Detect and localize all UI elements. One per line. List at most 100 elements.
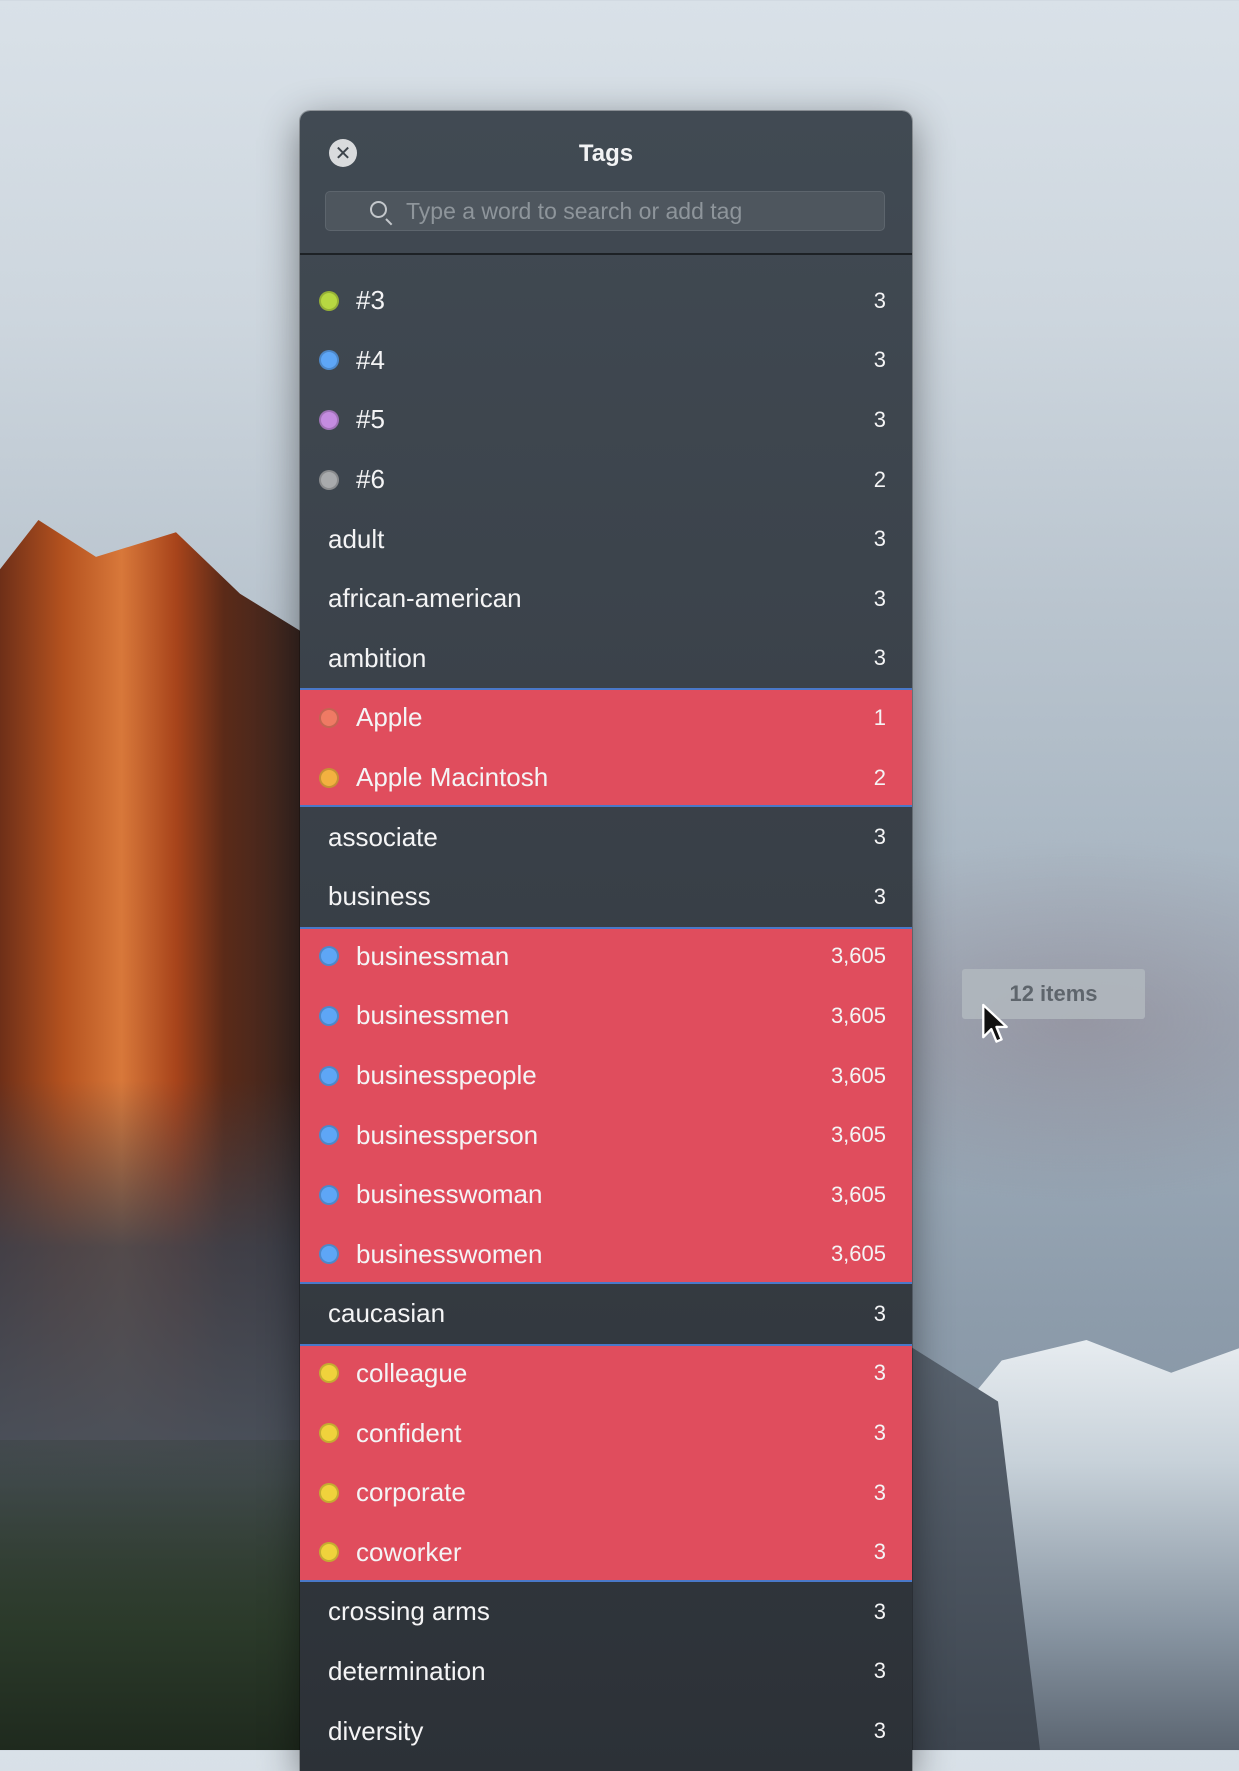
tag-name: associate <box>328 821 438 852</box>
tag-name: crossing arms <box>328 1596 490 1627</box>
tag-color-dot-icon <box>319 350 339 371</box>
tag-color-dot-icon <box>319 409 339 430</box>
tag-count: 3 <box>873 645 886 671</box>
tag-row[interactable]: african-american 3 <box>300 569 912 629</box>
tag-row[interactable]: business 3 <box>300 867 912 927</box>
arrow-cursor-icon <box>982 1003 1008 1043</box>
tag-count: 3 <box>873 526 886 552</box>
tag-row[interactable]: coworker 3 <box>300 1522 912 1583</box>
tag-list: #3 3 #4 3 #5 3 #6 2 adult 3 african-american 3 ambit… <box>300 255 912 1761</box>
tag-name: diversity <box>328 1715 424 1746</box>
tag-row[interactable]: businessperson 3,605 <box>300 1105 912 1165</box>
tag-count: 3 <box>873 1718 886 1744</box>
tag-name: adult <box>328 523 385 554</box>
tag-count: 3 <box>873 347 886 373</box>
tag-color-dot-icon <box>319 290 339 311</box>
tag-name: businesswoman <box>356 1179 543 1210</box>
tag-name: businesspeople <box>356 1060 537 1091</box>
tag-color-dot-icon <box>319 1423 339 1444</box>
tag-count: 3 <box>873 1479 886 1505</box>
tag-name: businesswomen <box>356 1238 543 1269</box>
tag-count: 3 <box>873 1300 886 1326</box>
tag-count: 3,605 <box>830 1002 886 1028</box>
tag-name: #4 <box>356 344 385 375</box>
tag-name: businessman <box>356 940 510 971</box>
tag-row[interactable]: caucasian 3 <box>300 1284 912 1344</box>
tag-name: business <box>328 881 431 912</box>
tag-name: caucasian <box>328 1298 446 1329</box>
tag-name: #5 <box>356 404 385 435</box>
tag-name: businessmen <box>356 1000 510 1031</box>
tag-row[interactable]: #4 3 <box>300 331 912 391</box>
tag-color-dot-icon <box>319 767 339 788</box>
tag-row[interactable]: corporate 3 <box>300 1462 912 1523</box>
tag-row[interactable]: associate 3 <box>300 807 912 867</box>
tag-row[interactable]: crossing arms 3 <box>300 1582 912 1642</box>
tag-name: #6 <box>356 464 385 495</box>
tag-row[interactable]: determination 3 <box>300 1642 912 1702</box>
tag-color-dot-icon <box>319 1244 339 1265</box>
tag-name: businessperson <box>356 1119 539 1150</box>
search-icon <box>370 201 387 218</box>
tag-row[interactable]: #6 2 <box>300 450 912 510</box>
tag-count: 3 <box>873 824 886 850</box>
tag-count: 3,605 <box>830 1122 886 1148</box>
tag-count: 3 <box>873 1598 886 1624</box>
tag-count: 3 <box>873 883 886 909</box>
tag-color-dot-icon <box>319 1065 339 1086</box>
tag-count: 3 <box>873 1539 886 1565</box>
tag-row[interactable]: ambition 3 <box>300 629 912 689</box>
tag-color-dot-icon <box>319 1363 339 1384</box>
tag-name: Apple Macintosh <box>356 762 549 793</box>
drag-items-label: 12 items <box>1009 981 1098 1006</box>
tag-name: confident <box>356 1417 462 1448</box>
tag-row[interactable]: #5 3 <box>300 390 912 450</box>
tag-count: 3,605 <box>830 1241 886 1267</box>
background-trees <box>0 1440 320 1750</box>
tag-color-dot-icon <box>319 1542 339 1563</box>
tag-count: 2 <box>873 466 886 492</box>
tag-row[interactable]: businesswoman 3,605 <box>300 1164 912 1225</box>
tag-row[interactable]: businessmen 3,605 <box>300 986 912 1046</box>
tag-color-dot-icon <box>319 469 339 490</box>
tag-row[interactable]: Apple 1 <box>300 688 912 748</box>
tag-color-dot-icon <box>319 1005 339 1026</box>
tag-color-dot-icon <box>319 1184 339 1205</box>
tag-count: 3,605 <box>830 1181 886 1207</box>
tag-name: coworker <box>356 1536 462 1567</box>
tag-row[interactable]: businesswomen 3,605 <box>300 1224 912 1285</box>
tag-name: Apple <box>356 702 423 733</box>
tag-row[interactable]: diversity 3 <box>300 1701 912 1761</box>
tag-count: 3 <box>873 406 886 432</box>
tag-count: 3 <box>873 1420 886 1446</box>
tag-row[interactable]: businesspeople 3,605 <box>300 1045 912 1106</box>
panel-header: ✕ Tags <box>300 111 912 255</box>
tag-row[interactable]: #3 3 <box>300 271 912 331</box>
tag-count: 3,605 <box>830 1062 886 1088</box>
tag-color-dot-icon <box>319 1125 339 1146</box>
tag-row[interactable]: businessman 3,605 <box>300 926 912 987</box>
search-field[interactable] <box>325 191 885 231</box>
tag-color-dot-icon <box>319 946 339 967</box>
tag-name: corporate <box>356 1477 466 1508</box>
tag-row[interactable]: adult 3 <box>300 509 912 569</box>
tag-color-dot-icon <box>319 1482 339 1503</box>
search-input[interactable] <box>406 196 866 226</box>
tag-count: 3 <box>873 1658 886 1684</box>
panel-title: Tags <box>578 140 634 167</box>
tag-count: 3 <box>873 287 886 313</box>
tag-color-dot-icon <box>319 707 339 728</box>
tag-row[interactable]: colleague 3 <box>300 1343 912 1404</box>
tag-name: african-american <box>328 583 522 614</box>
tag-name: #3 <box>356 285 385 316</box>
tag-name: colleague <box>356 1357 468 1388</box>
tags-panel: ✕ Tags #33#43#53#62adult3african-america… <box>300 111 912 1771</box>
tag-count: 3 <box>873 1360 886 1386</box>
tag-name: determination <box>328 1655 486 1686</box>
tag-count: 3 <box>873 585 886 611</box>
tag-count: 3,605 <box>830 943 886 969</box>
tag-count: 2 <box>873 764 886 790</box>
tag-row[interactable]: Apple Macintosh 2 <box>300 747 912 808</box>
tag-row[interactable]: confident 3 <box>300 1403 912 1463</box>
tag-name: ambition <box>328 642 427 673</box>
